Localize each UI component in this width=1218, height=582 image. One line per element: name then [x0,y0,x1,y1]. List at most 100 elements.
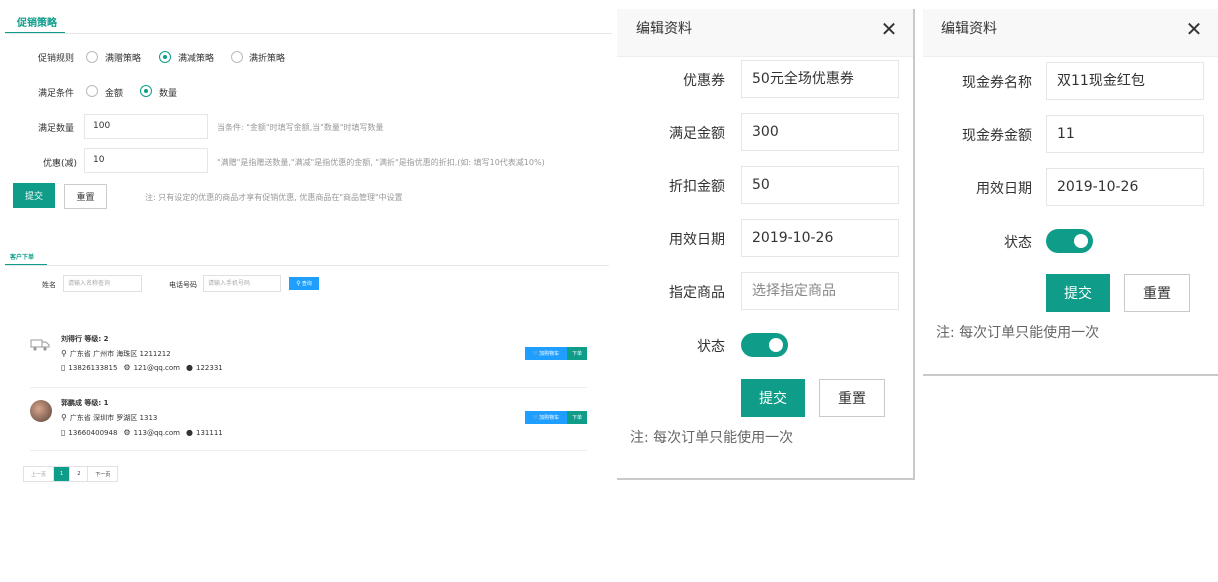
valid-date-input[interactable]: 2019-10-26 [741,219,899,257]
dialog-title: 编辑资料 [941,21,997,37]
status-toggle[interactable] [1046,229,1093,253]
pagination: 上一页 1 2 下一页 [23,466,119,482]
edit-coupon-dialog: 编辑资料 ✕ 优惠券 50元全场优惠券 满足金额 300 折扣金额 50 用效日… [617,9,915,480]
pager-page-2[interactable]: 2 [70,467,89,481]
row-divider [30,387,587,388]
customer-phone: 13826133815 [68,364,118,372]
field-label-cash-amount: 现金券金额 [962,128,1032,144]
threshold-amount-input[interactable]: 300 [741,113,899,151]
phone-search-label: 电话号码 [169,281,197,289]
qty-input[interactable]: 100 [84,114,208,139]
name-search-label: 姓名 [42,281,56,289]
edit-cash-coupon-dialog: 编辑资料 ✕ 现金券名称 双11现金红包 现金券金额 11 用效日期 2019-… [923,9,1218,376]
pager-page-1[interactable]: 1 [54,467,71,481]
customer-name: 刘得行 等级: 2 [61,335,109,343]
location-icon: ⚲ [61,413,67,422]
coupon-input[interactable]: 50元全场优惠券 [741,60,899,98]
name-search-input[interactable]: 请输入名称查询 [63,275,142,292]
tab-divider [5,33,612,34]
radio-rule-reduce-label: 满减策略 [178,54,215,64]
location-icon: ⚲ [61,349,67,358]
add-to-cart-button[interactable]: 🛒 加购物车 [525,411,567,424]
place-order-button[interactable]: 下单 [567,347,587,360]
query-button-label: 查询 [301,281,312,287]
promo-submit-button[interactable]: 提交 [13,183,55,208]
customer-address: ⚲ 广东省 深圳市 罗湖区 1313 [61,413,157,423]
query-button[interactable]: ⚲ 查询 [289,277,319,290]
customer-phone: 13660400948 [68,429,118,437]
phone-icon: ▯ [61,363,66,372]
cash-amount-input[interactable]: 11 [1046,115,1204,153]
dialog-note: 注: 每次订单只能使用一次 [936,325,1100,341]
add-to-cart-label: 加购物车 [539,415,560,421]
customer-tab-divider [5,265,609,266]
phone-icon: ▯ [61,428,66,437]
radio-cond-qty[interactable] [140,85,152,97]
left-panel: 促销策略 促销规则 满赠策略 满减策略 满折策略 满足条件 金额 数量 满足数量… [0,0,612,490]
status-label: 状态 [1004,235,1032,251]
status-label: 状态 [697,339,725,355]
close-icon[interactable]: ✕ [1184,19,1204,39]
field-label-valid-date: 用效日期 [976,181,1032,197]
radio-rule-discount[interactable] [231,51,243,63]
tab-promo-strategy[interactable]: 促销策略 [17,14,57,29]
qq-icon: ● [186,363,193,372]
field-label-valid-date: 用效日期 [669,232,725,248]
add-to-cart-label: 加购物车 [539,351,560,357]
dialog-title: 编辑资料 [636,21,692,37]
radio-rule-gift[interactable] [86,51,98,63]
reset-button[interactable]: 重置 [1124,274,1190,312]
radio-cond-amount[interactable] [86,85,98,97]
promo-reset-button[interactable]: 重置 [64,184,107,209]
radio-cond-amount-label: 金额 [105,89,124,99]
promo-note: 注: 只有设定的优惠的商品才享有促销优惠, 优惠商品在"商品管理"中设置 [145,193,403,202]
product-select-input[interactable]: 选择指定商品 [741,272,899,310]
customer-address-text: 广东省 广州市 海珠区 1211212 [69,350,171,358]
phone-search-input[interactable]: 请输入手机号码 [203,275,281,292]
pager-prev[interactable]: 上一页 [24,467,55,481]
status-toggle[interactable] [741,333,788,357]
row-divider [30,450,587,451]
customer-qq: 122331 [196,364,223,372]
qq-icon: ● [186,428,193,437]
submit-button[interactable]: 提交 [741,379,805,417]
radio-rule-discount-label: 满折策略 [249,54,286,64]
customer-address: ⚲ 广东省 广州市 海珠区 1211212 [61,349,171,359]
avatar [30,400,52,422]
radio-rule-gift-label: 满赠策略 [105,54,142,64]
truck-avatar-icon [30,339,50,351]
qty-hint: 当条件: "金额"时填写金额,当"数量"时填写数量 [217,123,384,132]
discount-label: 优惠(减) [43,159,78,169]
customer-qq: 131111 [196,429,223,437]
customer-contacts: ▯ 13660400948 ⚙ 113@qq.com ● 131111 [61,428,223,438]
close-icon[interactable]: ✕ [879,19,899,39]
discount-hint: "满赠"是指赠送数量,"满减"是指优惠的金额, "满折"是指优惠的折扣,(如: … [217,158,545,167]
field-label-discount: 折扣金额 [669,179,725,195]
field-label-threshold: 满足金额 [669,126,725,142]
cash-name-input[interactable]: 双11现金红包 [1046,62,1204,100]
customer-contacts: ▯ 13826133815 ⚙ 121@qq.com ● 122331 [61,363,223,373]
discount-input[interactable]: 10 [84,148,208,173]
pager-next[interactable]: 下一页 [88,467,117,481]
field-label-product: 指定商品 [669,285,725,301]
reset-button[interactable]: 重置 [819,379,885,417]
place-order-button[interactable]: 下单 [567,411,587,424]
radio-rule-reduce[interactable] [159,51,171,63]
customer-email: 113@qq.com [133,429,181,437]
tab-customer-order[interactable]: 客户下单 [10,252,34,261]
rule-label: 促销规则 [38,54,75,64]
dialog-header: 编辑资料 ✕ [617,9,913,57]
search-icon: ⚲ [296,280,301,287]
submit-button[interactable]: 提交 [1046,274,1110,312]
customer-name: 郭鹏成 等级: 1 [61,399,109,407]
discount-amount-input[interactable]: 50 [741,166,899,204]
email-icon: ⚙ [123,363,131,372]
qty-label: 满足数量 [38,124,75,134]
field-label-cash-name: 现金券名称 [962,75,1032,91]
add-to-cart-button[interactable]: 🛒 加购物车 [525,347,567,360]
dialog-header: 编辑资料 ✕ [923,9,1218,57]
valid-date-input[interactable]: 2019-10-26 [1046,168,1204,206]
radio-cond-qty-label: 数量 [159,89,178,99]
email-icon: ⚙ [123,428,131,437]
field-label-coupon: 优惠券 [683,73,725,89]
